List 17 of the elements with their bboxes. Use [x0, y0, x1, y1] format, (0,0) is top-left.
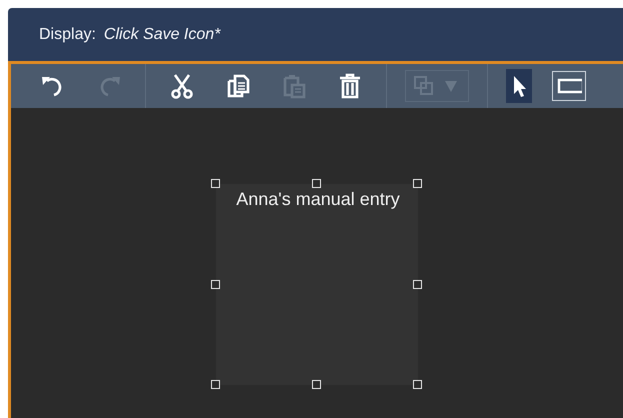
resize-handle[interactable]: [413, 280, 422, 288]
resize-handle[interactable]: [211, 280, 220, 288]
clipboard-icon: [281, 73, 307, 99]
resize-handle[interactable]: [211, 179, 220, 188]
display-title: Click Save Icon*: [104, 26, 220, 44]
entry-text: Anna's manual entry: [235, 189, 401, 210]
pointer-button[interactable]: [506, 69, 532, 103]
trash-icon: [337, 73, 363, 99]
resize-handle[interactable]: [211, 380, 220, 389]
resize-handle[interactable]: [312, 380, 321, 389]
scissors-icon: [169, 73, 195, 99]
resize-handle[interactable]: [413, 179, 422, 188]
resize-handle[interactable]: [413, 380, 422, 389]
display-label: Display:: [39, 26, 96, 44]
resize-handle[interactable]: [312, 179, 321, 188]
copy-icon: [225, 73, 251, 99]
rectangle-button[interactable]: [552, 71, 586, 101]
